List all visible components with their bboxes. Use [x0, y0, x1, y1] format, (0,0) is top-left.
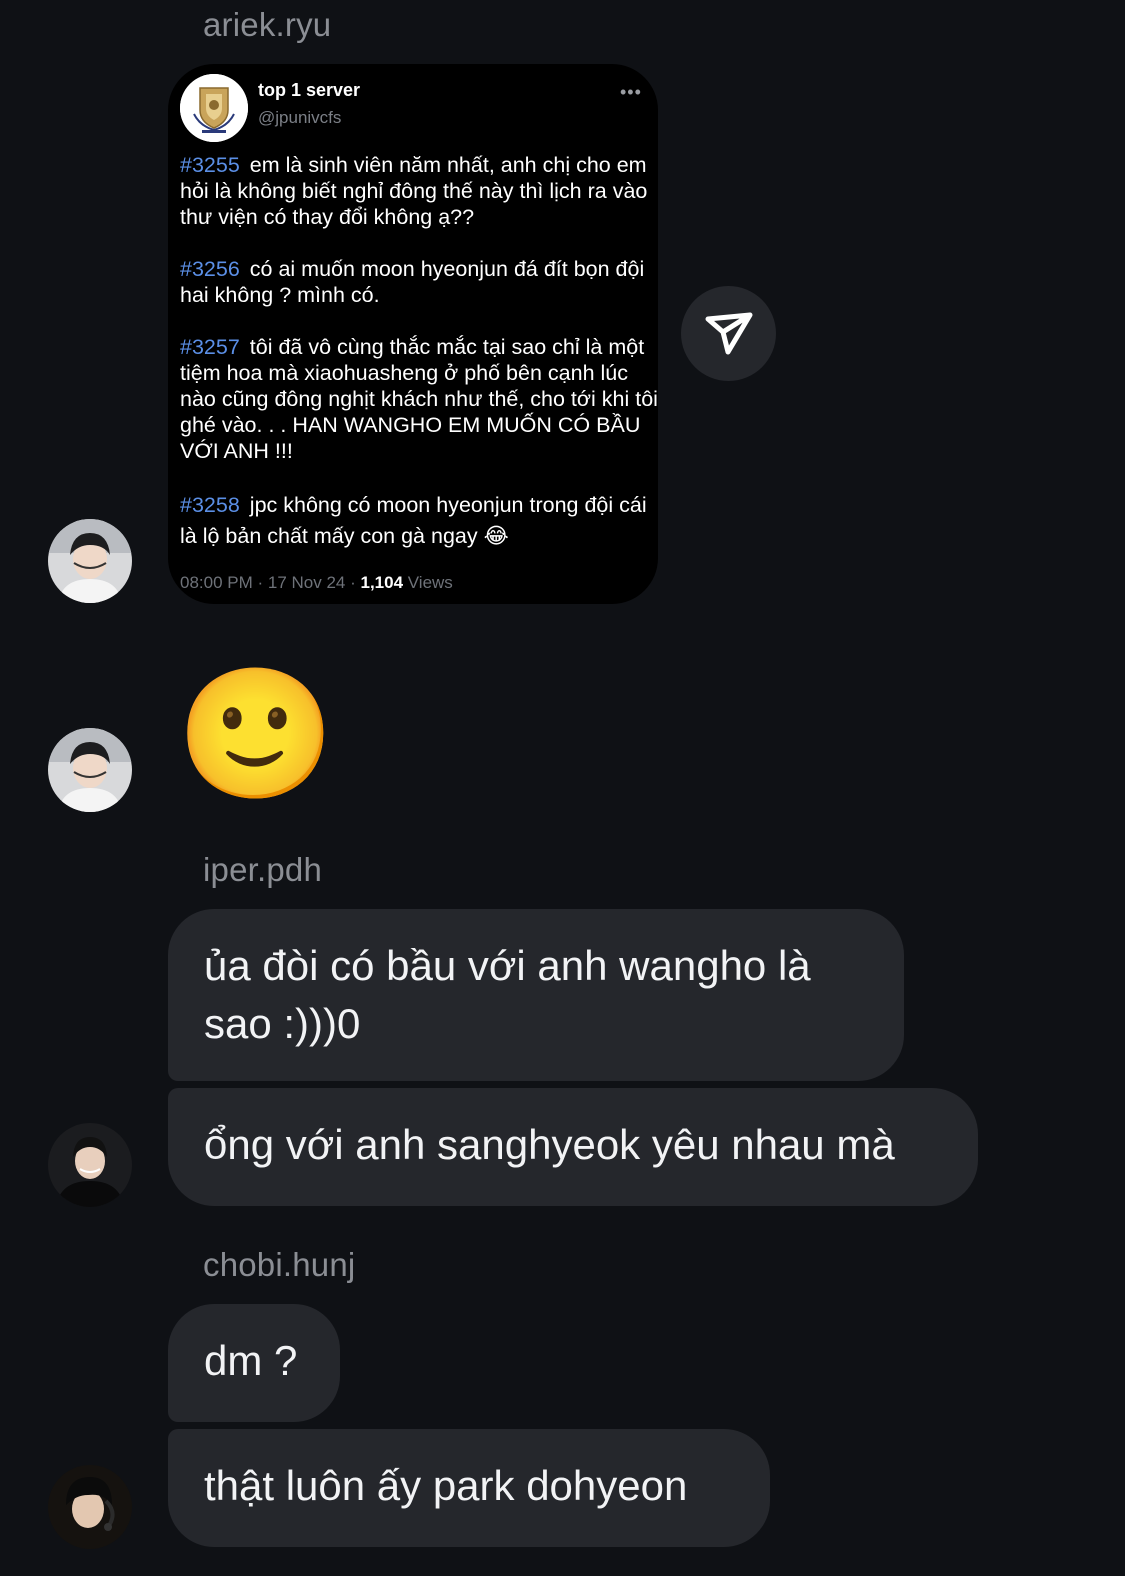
post-text: em là sinh viên năm nhất, anh chị cho em…	[180, 153, 648, 229]
sender-name: iper.pdh	[203, 851, 323, 888]
post-text: có ai muốn moon hyeonjun đá đít bọn đội …	[180, 257, 645, 307]
post-timestamp: 08:00 PM · 17 Nov 24 ·	[180, 573, 361, 592]
message-text: thật luôn ấy park dohyeon	[204, 1462, 688, 1509]
sender-name: chobi.hunj	[203, 1246, 356, 1283]
post-text: tôi đã vô cùng thắc mắc tại sao chỉ là m…	[180, 335, 658, 463]
message-text: ổng với anh sanghyeok yêu nhau mà	[204, 1121, 895, 1168]
confession-post: #3255 em là sinh viên năm nhất, anh chị c…	[180, 152, 658, 230]
avatar[interactable]	[48, 1465, 132, 1549]
account-logo	[180, 74, 248, 142]
message-bubble[interactable]: ủa đòi có bầu với anh wangho là sao :)))…	[168, 909, 904, 1081]
hashtag-link[interactable]: #3257	[180, 335, 240, 359]
message-bubble[interactable]: ổng với anh sanghyeok yêu nhau mà	[168, 1088, 978, 1206]
post-body: #3255 em là sinh viên năm nhất, anh chị c…	[180, 152, 658, 578]
more-options-icon[interactable]: •••	[620, 82, 642, 103]
account-handle: @jpunivcfs	[258, 108, 342, 127]
account-name: top 1 server	[258, 80, 361, 100]
views-count: 1,104	[360, 573, 404, 592]
shared-post-card[interactable]: top 1 server @jpunivcfs ••• #3255 em là s…	[168, 64, 658, 604]
sender-name: ariek.ryu	[203, 6, 332, 43]
avatar[interactable]	[48, 519, 132, 603]
hashtag-link[interactable]: #3256	[180, 257, 240, 281]
post-meta: 08:00 PM · 17 Nov 24 · 1,104 Views	[180, 573, 453, 593]
share-button[interactable]	[681, 286, 776, 381]
post-text: jpc không có moon hyeonjun trong đội cái…	[180, 493, 647, 548]
confession-post: #3257 tôi đã vô cùng thắc mắc tại sao chỉ…	[180, 334, 658, 464]
views-label: Views	[407, 573, 453, 592]
confession-post: #3258 jpc không có moon hyeonjun trong độ…	[180, 490, 658, 552]
message-bubble[interactable]: thật luôn ấy park dohyeon	[168, 1429, 770, 1547]
message-text: ủa đòi có bầu với anh wangho là sao :)))…	[204, 942, 811, 1047]
hashtag-link[interactable]: #3255	[180, 153, 240, 177]
paper-plane-icon	[705, 312, 753, 355]
message-bubble[interactable]: dm ?	[168, 1304, 340, 1422]
avatar[interactable]	[48, 1123, 132, 1207]
emoji-message[interactable]: 🙂	[176, 660, 335, 810]
avatar[interactable]	[48, 728, 132, 812]
message-text: dm ?	[204, 1337, 298, 1384]
confession-post: #3256 có ai muốn moon hyeonjun đá đít bọn…	[180, 256, 658, 308]
hashtag-link[interactable]: #3258	[180, 493, 240, 517]
